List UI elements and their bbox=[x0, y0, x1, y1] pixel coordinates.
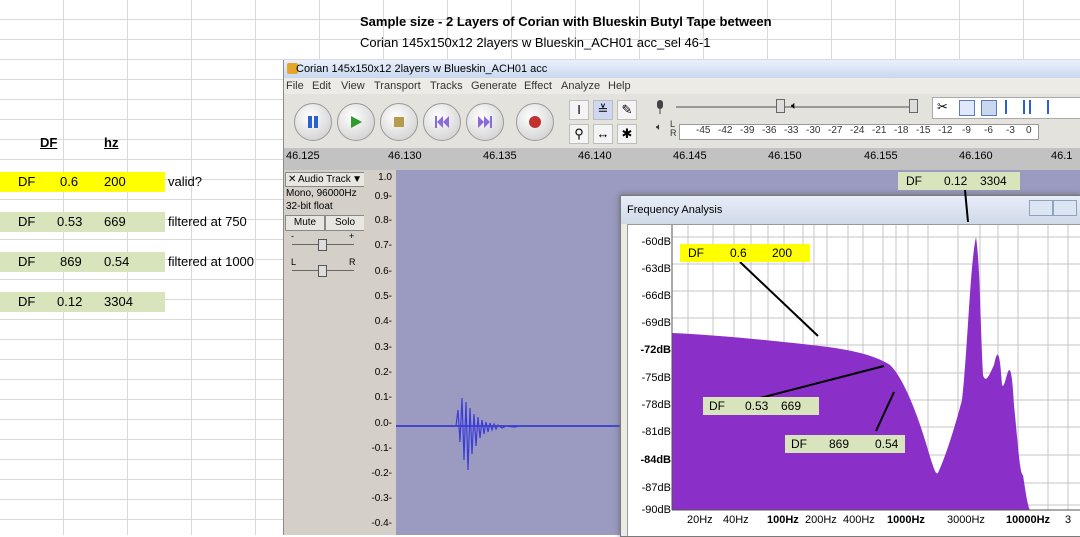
callout-hz-value: 669 bbox=[781, 399, 802, 413]
callout-df-value: 869 bbox=[829, 437, 850, 451]
callout-df-200: DF 0.6 200 bbox=[680, 244, 810, 262]
callout-df-669: DF 0.53 669 bbox=[703, 397, 819, 415]
callout-df-value: 0.12 bbox=[944, 174, 968, 188]
callout-label: DF bbox=[791, 437, 807, 451]
callout-df-value: 0.6 bbox=[730, 246, 747, 260]
callout-label: DF bbox=[709, 399, 725, 413]
callout-df-value: 0.53 bbox=[745, 399, 769, 413]
callout-hz-value: 3304 bbox=[980, 174, 1007, 188]
callout-df-3304: DF 0.12 3304 bbox=[898, 172, 1020, 190]
callout-df-869: DF 869 0.54 bbox=[785, 435, 905, 453]
callout-label: DF bbox=[906, 174, 922, 188]
callout-hz-value: 0.54 bbox=[875, 437, 899, 451]
callout-label: DF bbox=[688, 246, 704, 260]
callout-hz-value: 200 bbox=[772, 246, 793, 260]
annotation-lines bbox=[739, 189, 969, 432]
